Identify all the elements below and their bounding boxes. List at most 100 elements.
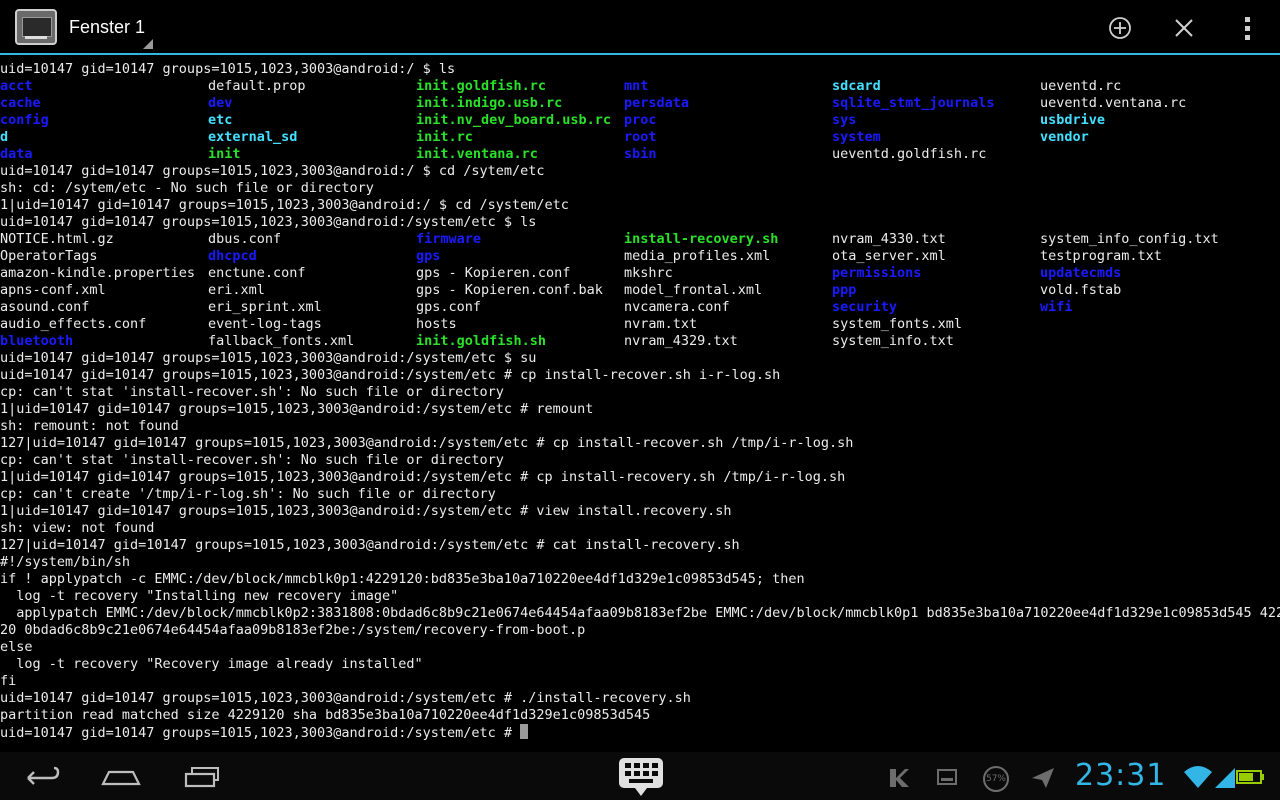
ls-entry: gps — [416, 248, 441, 264]
terminal-text: 127|uid=10147 gid=10147 groups=1015,1023… — [0, 435, 854, 451]
ls-entry: media_profiles.xml — [624, 248, 771, 264]
ls-entry: mnt — [624, 78, 649, 94]
terminal-text: uid=10147 gid=10147 groups=1015,1023,300… — [0, 214, 537, 230]
ls-entry: data — [0, 146, 33, 162]
ls-entry: amazon-kindle.properties — [0, 265, 196, 281]
terminal-line: log -t recovery "Installing new recovery… — [0, 588, 1280, 605]
terminal-text: log -t recovery "Installing new recovery… — [0, 588, 399, 604]
terminal-line: 1|uid=10147 gid=10147 groups=1015,1023,3… — [0, 469, 1280, 486]
terminal-line: 127|uid=10147 gid=10147 groups=1015,1023… — [0, 435, 1280, 452]
terminal-line: uid=10147 gid=10147 groups=1015,1023,300… — [0, 690, 1280, 707]
terminal-line: partition read matched size 4229120 sha … — [0, 707, 1280, 724]
ls-entry: system — [832, 129, 881, 145]
terminal-line: log -t recovery "Recovery image already … — [0, 656, 1280, 673]
close-icon[interactable] — [1168, 12, 1200, 44]
terminal-text: 1|uid=10147 gid=10147 groups=1015,1023,3… — [0, 503, 732, 519]
ls-entry: updatecmds — [1040, 265, 1122, 281]
keyboard-icon[interactable] — [617, 756, 665, 800]
terminal-text: 1|uid=10147 gid=10147 groups=1015,1023,3… — [0, 401, 594, 417]
terminal-line: data init init.ventana.rc sbin ueventd.goldf… — [0, 146, 1280, 163]
terminal-line: cache dev init.indigo.usb.rc persdata sqlite… — [0, 95, 1280, 112]
ls-entry: init — [208, 146, 241, 162]
terminal-output[interactable]: uid=10147 gid=10147 groups=1015,1023,300… — [0, 61, 1280, 752]
ls-entry: external_sd — [208, 129, 298, 145]
terminal-line: 127|uid=10147 gid=10147 groups=1015,1023… — [0, 537, 1280, 554]
terminal-line: bluetooth fallback_fonts.xml init.goldfish… — [0, 333, 1280, 350]
ls-entry: gps.conf — [416, 299, 482, 315]
terminal-line: #!/system/bin/sh — [0, 554, 1280, 571]
ls-entry: proc — [624, 112, 657, 128]
terminal-line: 1|uid=10147 gid=10147 groups=1015,1023,3… — [0, 197, 1280, 214]
ls-entry: cache — [0, 95, 41, 111]
ls-entry: eri.xml — [208, 282, 265, 298]
ls-entry: persdata — [624, 95, 690, 111]
home-icon[interactable] — [99, 760, 143, 792]
terminal-text: applypatch EMMC:/dev/block/mmcblk0p2:383… — [0, 605, 1280, 621]
overflow-menu-icon[interactable] — [1232, 12, 1264, 44]
terminal-text: uid=10147 gid=10147 groups=1015,1023,300… — [0, 367, 781, 383]
ls-entry: gps - Kopieren.conf — [416, 265, 571, 281]
ls-entry: firmware — [416, 231, 482, 247]
ls-entry: wifi — [1040, 299, 1073, 315]
ls-entry: usbdrive — [1040, 112, 1106, 128]
recent-apps-icon[interactable] — [180, 760, 224, 792]
ls-entry: sbin — [624, 146, 657, 162]
terminal-text: 127|uid=10147 gid=10147 groups=1015,1023… — [0, 537, 740, 553]
window-dropdown-caret-icon[interactable] — [143, 39, 153, 49]
terminal-line: uid=10147 gid=10147 groups=1015,1023,300… — [0, 367, 1280, 384]
ls-entry: system_info_config.txt — [1040, 231, 1219, 247]
ls-entry: nvram_4330.txt — [832, 231, 946, 247]
ls-entry: sdcard — [832, 78, 881, 94]
status-clock[interactable]: 23:31 — [1075, 758, 1166, 793]
window-title[interactable]: Fenster 1 — [69, 17, 145, 38]
terminal-app-icon[interactable] — [15, 9, 57, 45]
terminal-text: partition read matched size 4229120 sha … — [0, 707, 651, 723]
terminal-text: uid=10147 gid=10147 groups=1015,1023,300… — [0, 725, 521, 741]
ls-entry: init.nv_dev_board.usb.rc — [416, 112, 612, 128]
terminal-line: audio_effects.conf event-log-tags hosts nvr… — [0, 316, 1280, 333]
terminal-text: uid=10147 gid=10147 groups=1015,1023,300… — [0, 350, 537, 366]
terminal-line: 20 0bdad6c8b9c21e0674e64454afaa09b8183ef… — [0, 622, 1280, 639]
terminal-text: 1|uid=10147 gid=10147 groups=1015,1023,3… — [0, 469, 846, 485]
terminal-line: apns-conf.xml eri.xml gps - Kopieren.conf.… — [0, 282, 1280, 299]
terminal-text: sh: cd: /sytem/etc - No such file or dir… — [0, 180, 374, 196]
ls-entry: sys — [832, 112, 857, 128]
terminal-line: NOTICE.html.gz dbus.conf firmware install-r… — [0, 231, 1280, 248]
terminal-line: amazon-kindle.properties enctune.conf gps … — [0, 265, 1280, 282]
terminal-line: if ! applypatch -c EMMC:/dev/block/mmcbl… — [0, 571, 1280, 588]
ls-entry: dhcpcd — [208, 248, 257, 264]
ls-entry: fallback_fonts.xml — [208, 333, 355, 349]
terminal-text: cp: can't stat 'install-recover.sh': No … — [0, 452, 504, 468]
ls-entry: d — [0, 129, 9, 145]
terminal-line: cp: can't create '/tmp/i-r-log.sh': No s… — [0, 486, 1280, 503]
action-bar: Fenster 1 — [0, 0, 1280, 55]
ls-entry: config — [0, 112, 49, 128]
terminal-text: sh: view: not found — [0, 520, 155, 536]
terminal-line: fi — [0, 673, 1280, 690]
terminal-text: 20 0bdad6c8b9c21e0674e64454afaa09b8183ef… — [0, 622, 586, 638]
terminal-text: 1|uid=10147 gid=10147 groups=1015,1023,3… — [0, 197, 569, 213]
ls-entry: system_info.txt — [832, 333, 954, 349]
terminal-line: uid=10147 gid=10147 groups=1015,1023,300… — [0, 350, 1280, 367]
ls-entry: system_fonts.xml — [832, 316, 963, 332]
ls-entry: event-log-tags — [208, 316, 322, 332]
terminal-line: sh: remount: not found — [0, 418, 1280, 435]
ls-entry: audio_effects.conf — [0, 316, 147, 332]
terminal-line: uid=10147 gid=10147 groups=1015,1023,300… — [0, 214, 1280, 231]
ls-entry: ueventd.goldfish.rc — [832, 146, 987, 162]
ls-entry: eri_sprint.xml — [208, 299, 322, 315]
terminal-text: uid=10147 gid=10147 groups=1015,1023,300… — [0, 690, 691, 706]
ls-entry: root — [624, 129, 657, 145]
kindle-icon — [890, 769, 909, 787]
terminal-text: #!/system/bin/sh — [0, 554, 131, 570]
ls-entry: init.rc — [416, 129, 473, 145]
ls-entry: nvram.txt — [624, 316, 698, 332]
ls-entry: nvram_4329.txt — [624, 333, 738, 349]
ls-entry: OperatorTags — [0, 248, 98, 264]
terminal-text: cp: can't stat 'install-recover.sh': No … — [0, 384, 504, 400]
terminal-cursor — [520, 724, 529, 739]
back-icon[interactable] — [20, 760, 64, 792]
battery-icon — [1236, 770, 1264, 784]
plus-circle-icon[interactable] — [1104, 12, 1136, 44]
ls-entry: NOTICE.html.gz — [0, 231, 114, 247]
